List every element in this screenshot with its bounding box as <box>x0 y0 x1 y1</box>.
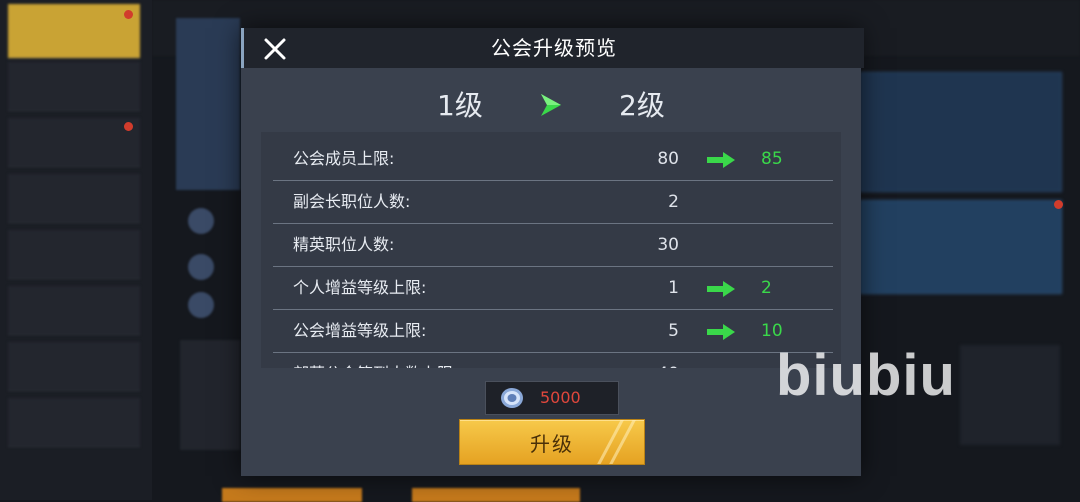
dialog-header: 公会升级预览 <box>241 28 864 68</box>
stat-row-personal-buff-limit: 个人增益等级上限: 1 2 <box>273 267 833 310</box>
stat-current-value: 40 <box>657 353 679 368</box>
stat-row-member-limit: 公会成员上限: 80 85 <box>273 138 833 181</box>
cost-value: 5000 <box>540 388 581 407</box>
stat-next-value: 85 <box>761 149 783 169</box>
current-level: 1级 <box>437 89 483 122</box>
stat-label: 精英职位人数: <box>293 235 395 254</box>
background-sidebar-item <box>8 62 140 111</box>
stat-row-vice-leader-slots: 副会长职位人数: 2 <box>273 181 833 224</box>
upgrade-button[interactable]: 升级 <box>459 419 645 465</box>
stat-current-value: 80 <box>657 149 679 169</box>
background-sidebar <box>0 0 152 500</box>
stat-label: 副会长职位人数: <box>293 192 411 211</box>
stat-current-value: 2 <box>668 192 679 212</box>
arrow-right-icon <box>707 152 735 168</box>
arrow-right-icon <box>707 281 735 297</box>
stat-label: 公会增益等级上限: <box>293 321 427 340</box>
next-level: 2级 <box>619 89 665 122</box>
arrow-right-icon <box>707 324 735 340</box>
background-panel <box>180 340 240 450</box>
stat-label: 部落公会等到人数上限 <box>293 353 453 368</box>
background-sidebar-item <box>8 286 140 335</box>
chevron-right-icon <box>541 94 561 116</box>
stat-next-value: 2 <box>761 278 772 298</box>
stat-current-value: 1 <box>668 278 679 298</box>
notification-dot <box>124 122 133 131</box>
guild-upgrade-preview-dialog: 公会升级预览 1级 2级 公会成员上限: 80 85 副会长职位人数: 2 精英… <box>241 28 864 476</box>
notification-dot <box>124 10 133 19</box>
watermark: biubiu <box>776 343 956 408</box>
notification-dot <box>1054 200 1063 209</box>
background-sidebar-item <box>8 4 140 59</box>
dialog-title: 公会升级预览 <box>491 36 617 60</box>
stat-label: 个人增益等级上限: <box>293 278 427 297</box>
stat-row-guild-buff-limit: 公会增益等级上限: 5 10 <box>273 310 833 353</box>
background-banner <box>860 200 1062 294</box>
background-sidebar-item <box>8 230 140 279</box>
stat-label: 公会成员上限: <box>293 149 395 168</box>
background-sidebar-item <box>8 174 140 223</box>
background-emblem <box>188 254 214 280</box>
stat-row-partial: 部落公会等到人数上限 40 <box>273 353 833 368</box>
background-emblem <box>188 292 214 318</box>
level-change: 1级 2级 <box>241 84 861 124</box>
upgrade-button-label: 升级 <box>530 431 574 456</box>
stat-current-value: 5 <box>668 321 679 341</box>
stat-current-value: 30 <box>657 235 679 255</box>
background-banner <box>860 72 1062 192</box>
background-panel <box>960 345 1060 445</box>
background-sidebar-item <box>8 398 140 447</box>
background-panel <box>176 18 240 190</box>
stats-table[interactable]: 公会成员上限: 80 85 副会长职位人数: 2 精英职位人数: 30 个人增益… <box>261 132 841 368</box>
background-emblem <box>188 208 214 234</box>
coin-icon <box>501 388 523 408</box>
background-sidebar-item <box>8 118 140 167</box>
background-sidebar-item <box>8 342 140 391</box>
upgrade-cost: 5000 <box>485 381 619 415</box>
stat-row-elite-slots: 精英职位人数: 30 <box>273 224 833 267</box>
